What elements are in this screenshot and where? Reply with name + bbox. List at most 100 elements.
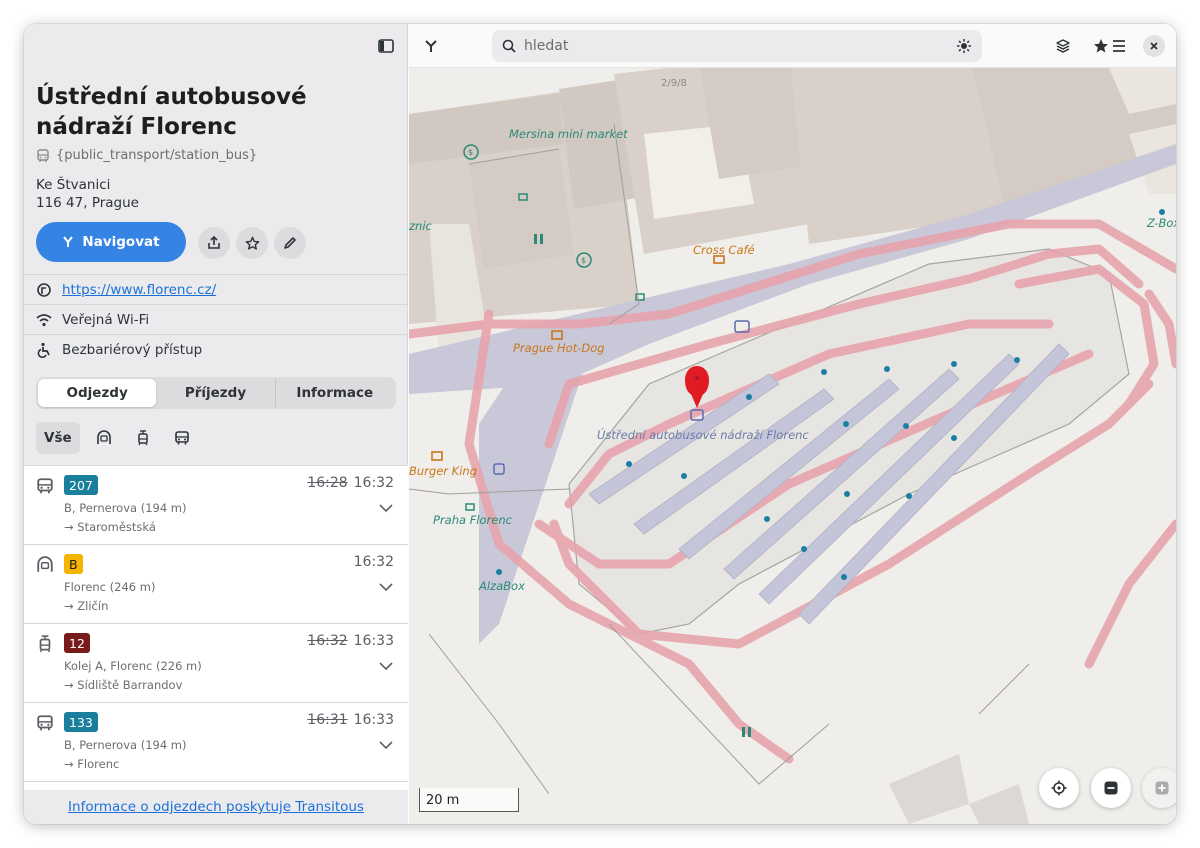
app-window: Ústřední autobusové nádraží Florenc {pub…	[24, 24, 1176, 824]
pencil-icon	[284, 237, 296, 249]
mode-filters: Vše	[36, 422, 198, 454]
map-label-house-number: 2/9/8	[661, 78, 687, 89]
filter-all[interactable]: Vše	[36, 422, 80, 454]
route-button[interactable]	[417, 32, 445, 60]
bus-icon	[37, 148, 49, 162]
line-badge: 207	[64, 475, 98, 495]
chevron-down-icon[interactable]	[378, 581, 394, 593]
navigate-button[interactable]: Navigovat	[36, 222, 186, 262]
departure-times: 16:31 16:33	[307, 712, 394, 728]
departure-direction: → Staroměstská	[64, 520, 156, 534]
departure-stop: Kolej A, Florenc (226 m)	[64, 659, 202, 673]
svg-text:$: $	[581, 256, 586, 265]
departure-times: 16:32	[354, 554, 394, 570]
line-badge: 12	[64, 633, 90, 653]
map-canvas[interactable]: $$	[409, 24, 1176, 824]
departure-direction: → Florenc	[64, 757, 120, 771]
departure-item[interactable]: 133 16:31 16:33 B, Pernerova (194 m) → Fl…	[24, 703, 408, 782]
svg-text:$: $	[468, 148, 473, 157]
locate-button[interactable]	[1039, 768, 1079, 808]
line-badge: 133	[64, 712, 98, 732]
map-label-mersina[interactable]: Mersina mini market	[509, 127, 628, 141]
map-label-znic: znic	[409, 219, 432, 233]
website-row: https://www.florenc.cz/	[24, 274, 408, 304]
map-label-cross-cafe[interactable]: Cross Café	[693, 243, 755, 257]
place-category: {public_transport/station_bus}	[36, 148, 257, 163]
departure-item	[24, 782, 408, 790]
departure-item[interactable]: 207 16:28 16:32 B, Pernerova (194 m) → St…	[24, 466, 408, 545]
map-label-zbox[interactable]: Z-Box	[1147, 216, 1176, 230]
departure-direction: → Zličín	[64, 599, 109, 613]
navigate-label: Navigovat	[82, 234, 160, 250]
accessibility-text: Bezbariérový přístup	[62, 341, 203, 358]
main-menu-button[interactable]	[1105, 32, 1133, 60]
departure-times: 16:28 16:32	[307, 475, 394, 491]
sidebar-toggle-button[interactable]	[372, 32, 400, 60]
map-label-praha-florenc[interactable]: Praha Florenc	[433, 513, 512, 527]
route-icon	[425, 40, 437, 52]
edit-button[interactable]	[274, 227, 306, 259]
departures-list: 207 16:28 16:32 B, Pernerova (194 m) → St…	[24, 465, 408, 790]
address-city: 116 47, Prague	[36, 195, 139, 211]
map-header	[409, 24, 1176, 68]
map-label-burger-king[interactable]: Burger King	[409, 464, 477, 478]
departure-stop: B, Pernerova (194 m)	[64, 738, 187, 752]
scheduled-time: 16:31	[307, 712, 348, 728]
share-button[interactable]	[198, 227, 230, 259]
departure-stop: Florenc (246 m)	[64, 580, 156, 594]
bus-icon	[174, 431, 189, 445]
search-bar[interactable]	[492, 30, 982, 62]
actual-time: 16:32	[353, 554, 394, 570]
departure-item[interactable]: 12 16:32 16:33 Kolej A, Florenc (226 m) →…	[24, 624, 408, 703]
route-icon	[63, 236, 74, 247]
map-label-alzabox[interactable]: AlzaBox	[479, 579, 525, 593]
tram-icon	[137, 430, 148, 446]
line-badge: B	[64, 554, 83, 574]
address-street: Ke Štvanici	[36, 177, 111, 193]
metro-icon	[37, 556, 53, 572]
tab-departures[interactable]: Odjezdy	[38, 379, 157, 407]
tab-information[interactable]: Informace	[274, 379, 394, 407]
map-label-station[interactable]: Ústřední autobusové nádraží Florenc	[597, 428, 809, 442]
bus-icon	[37, 715, 53, 731]
crosshair-icon	[1051, 780, 1067, 796]
search-input[interactable]	[524, 38, 948, 54]
zoom-out-button[interactable]	[1091, 768, 1131, 808]
transitous-link[interactable]: Informace o odjezdech poskytuje Transito…	[68, 799, 364, 815]
departure-stop: B, Pernerova (194 m)	[64, 501, 187, 515]
chevron-down-icon[interactable]	[378, 660, 394, 672]
sidebar-header	[24, 24, 407, 68]
tab-arrivals[interactable]: Příjezdy	[156, 379, 274, 407]
favorite-button[interactable]	[236, 227, 268, 259]
wifi-text: Veřejná Wi-Fi	[62, 311, 150, 328]
filter-metro[interactable]	[88, 422, 120, 454]
zoom-in-button[interactable]	[1142, 768, 1176, 808]
sidebar-toggle-icon	[378, 39, 394, 53]
actual-time: 16:33	[353, 633, 394, 649]
layers-icon	[1056, 39, 1070, 53]
close-button[interactable]	[1143, 35, 1165, 57]
zoom-out-icon	[1104, 781, 1118, 795]
actual-time: 16:32	[353, 475, 394, 491]
close-icon	[1150, 42, 1158, 50]
chevron-down-icon[interactable]	[378, 739, 394, 751]
chevron-down-icon[interactable]	[378, 502, 394, 514]
map-label-prague-hotdog[interactable]: Prague Hot-Dog	[513, 341, 605, 355]
share-icon	[208, 236, 220, 249]
map-view[interactable]: $ $ Mersina mini market Cross Café Pragu…	[409, 24, 1176, 824]
scheduled-time: 16:32	[307, 633, 348, 649]
filter-tram[interactable]	[128, 422, 158, 454]
wifi-row: Veřejná Wi-Fi	[24, 304, 408, 334]
place-title: Ústřední autobusové nádraží Florenc	[36, 84, 307, 140]
accessibility-row: Bezbariérový přístup	[24, 334, 408, 364]
map-scale: 20 m	[419, 788, 519, 812]
tram-icon	[39, 635, 51, 653]
layers-button[interactable]	[1049, 32, 1077, 60]
filter-bus[interactable]	[166, 422, 198, 454]
departure-times: 16:32 16:33	[307, 633, 394, 649]
departure-item[interactable]: B 16:32 Florenc (246 m) → Zličín	[24, 545, 408, 624]
departure-direction: → Sídliště Barrandov	[64, 678, 183, 692]
website-link[interactable]: https://www.florenc.cz/	[62, 282, 216, 298]
hamburger-icon	[1113, 40, 1125, 52]
sun-icon[interactable]	[956, 38, 972, 54]
